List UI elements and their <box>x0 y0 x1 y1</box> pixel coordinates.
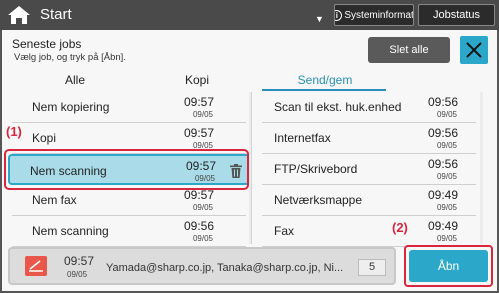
home-icon[interactable] <box>6 4 32 26</box>
list-item[interactable]: Fax 09:49 09/05 <box>262 216 476 247</box>
selected-job-addresses: Yamada@sharp.co.jp, Tanaka@sharp.co.jp, … <box>106 262 344 274</box>
annotation-outline-1 <box>4 149 249 190</box>
job-name: Internetfax <box>274 131 331 145</box>
job-name: Netværksmappe <box>274 193 363 207</box>
job-date: 09/05 <box>192 203 213 212</box>
job-name: FTP/Skrivebord <box>274 162 358 176</box>
list-item[interactable]: Scan til ekst. huk.enhed 09:56 09/05 <box>262 92 476 123</box>
panel-title: Seneste jobs <box>12 37 82 51</box>
system-info-label: Systeminformat. <box>344 9 414 21</box>
job-date: 09/05 <box>436 110 457 119</box>
clear-all-button[interactable]: Slet alle <box>368 37 450 63</box>
job-time: 09:56 <box>427 157 458 171</box>
selected-job-date: 09/05 <box>67 270 88 279</box>
address-count-badge: 5 <box>358 259 386 276</box>
list-item[interactable]: Netværksmappe 09:49 09/05 <box>262 185 476 216</box>
right-job-list: Scan til ekst. huk.enhed 09:56 09/05 Int… <box>262 92 476 247</box>
job-date: 09/05 <box>436 141 457 150</box>
job-time: 09:57 <box>183 126 214 140</box>
home-title: Start <box>40 6 72 23</box>
list-item[interactable]: Nem kopiering 09:57 09/05 <box>12 92 246 123</box>
job-date: 09/05 <box>436 203 457 212</box>
job-name: Nem kopiering <box>32 100 110 114</box>
job-time: 09:56 <box>427 95 458 109</box>
active-tab-indicator <box>262 89 386 91</box>
job-status-button[interactable]: Jobstatus <box>418 4 495 26</box>
annotation-marker-2: (2) <box>392 220 408 235</box>
list-item[interactable]: Internetfax 09:56 09/05 <box>262 123 476 154</box>
job-time: 09:56 <box>427 126 458 140</box>
open-button[interactable]: Åbn <box>409 250 488 282</box>
annotation-marker-1: (1) <box>6 124 22 139</box>
job-time: 09:57 <box>183 95 214 109</box>
list-item[interactable]: Nem scanning 09:56 09/05 <box>12 216 246 247</box>
job-date: 09/05 <box>192 234 213 243</box>
info-icon: i <box>335 9 343 21</box>
chevron-down-icon[interactable]: ▼ <box>315 14 324 24</box>
selected-job-bar: 09:57 09/05 Yamada@sharp.co.jp, Tanaka@s… <box>8 247 396 285</box>
selected-job-time: 09:57 <box>64 254 95 268</box>
job-time: 09:49 <box>427 219 458 233</box>
job-time: 09:57 <box>183 188 214 202</box>
job-date: 09/05 <box>436 234 457 243</box>
job-date: 09/05 <box>192 110 213 119</box>
tab-all[interactable]: Alle <box>14 73 136 91</box>
job-name: Scan til ekst. huk.enhed <box>274 100 402 114</box>
job-date: 09/05 <box>436 172 457 181</box>
list-item[interactable]: FTP/Skrivebord 09:56 09/05 <box>262 154 476 185</box>
close-icon[interactable] <box>460 36 488 64</box>
job-time: 09:49 <box>427 188 458 202</box>
job-name: Nem fax <box>32 193 77 207</box>
job-name: Kopi <box>32 131 57 145</box>
system-info-button[interactable]: i Systeminformat. <box>334 4 414 26</box>
annotation-outline-2: Åbn <box>404 245 493 287</box>
tab-copy[interactable]: Kopi <box>136 73 258 91</box>
column-divider <box>251 92 252 244</box>
scan-icon <box>25 256 47 276</box>
job-time: 09:56 <box>183 219 214 233</box>
job-name: Fax <box>274 224 295 238</box>
panel-instruction: Vælg job, og tryk på [Åbn]. <box>14 52 126 63</box>
right-scrollbar[interactable] <box>480 92 483 244</box>
job-name: Nem scanning <box>32 224 109 238</box>
top-bar: Start ▼ i Systeminformat. Jobstatus <box>0 0 499 30</box>
